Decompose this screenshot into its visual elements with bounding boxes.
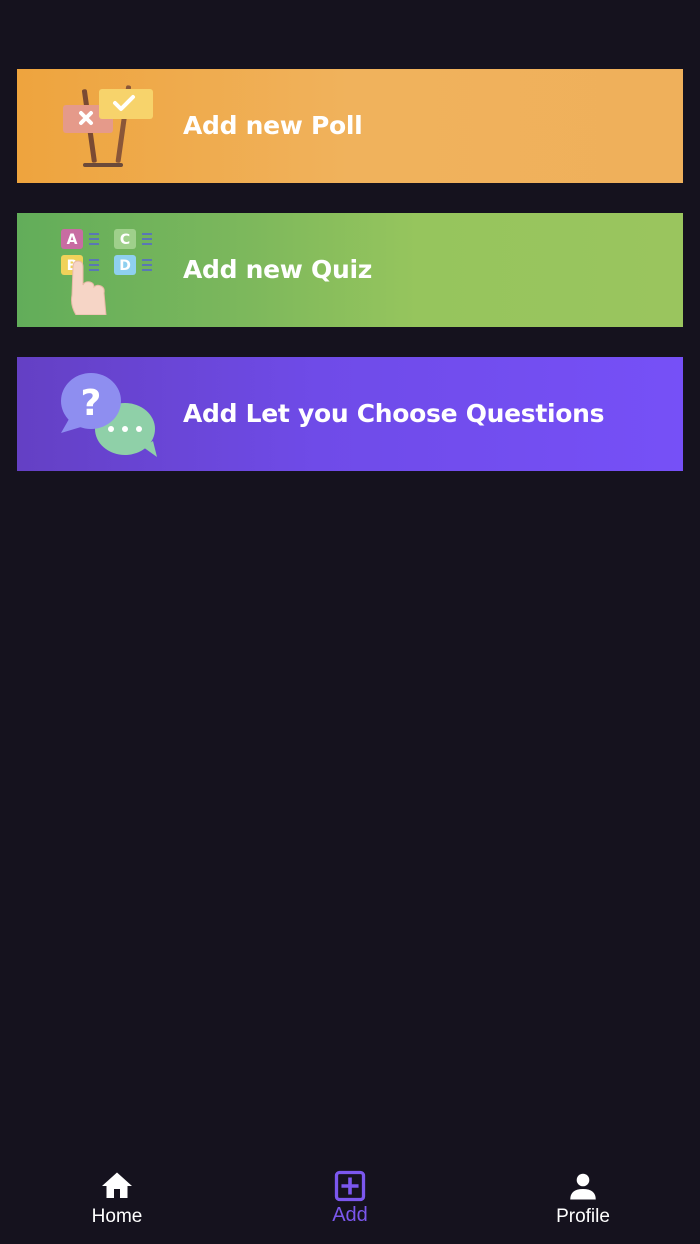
nav-home[interactable]: Home (47, 1168, 187, 1228)
nav-profile[interactable]: Profile (513, 1168, 653, 1228)
svg-text:A: A (67, 232, 78, 248)
add-poll-card[interactable]: Add new Poll (17, 69, 683, 183)
home-icon (102, 1172, 132, 1198)
nav-home-label: Home (91, 1206, 143, 1227)
add-poll-label: Add new Poll (183, 111, 363, 140)
add-lyc-questions-label: Add Let you Choose Questions (183, 399, 605, 428)
bottom-navigation: Home Add Profile (0, 1150, 700, 1244)
add-lyc-questions-card[interactable]: ? Add Let you Choose Questions (17, 357, 683, 471)
profile-icon (570, 1173, 596, 1200)
chat-question-icon: ? (61, 373, 157, 457)
add-box-icon (334, 1170, 366, 1202)
poll-signs-icon (63, 85, 153, 167)
nav-profile-label: Profile (556, 1206, 610, 1227)
nav-add-label: Add (332, 1204, 368, 1226)
nav-add[interactable]: Add (280, 1168, 420, 1227)
add-quiz-label: Add new Quiz (183, 255, 372, 284)
add-content-screen: Add new Poll A C B D Add new Quiz ? Add … (0, 0, 700, 1244)
quiz-abcd-icon: A C B D (61, 229, 152, 315)
svg-text:?: ? (81, 383, 102, 424)
add-quiz-card[interactable]: A C B D Add new Quiz (17, 213, 683, 327)
svg-text:C: C (120, 232, 130, 248)
svg-text:D: D (119, 258, 131, 274)
